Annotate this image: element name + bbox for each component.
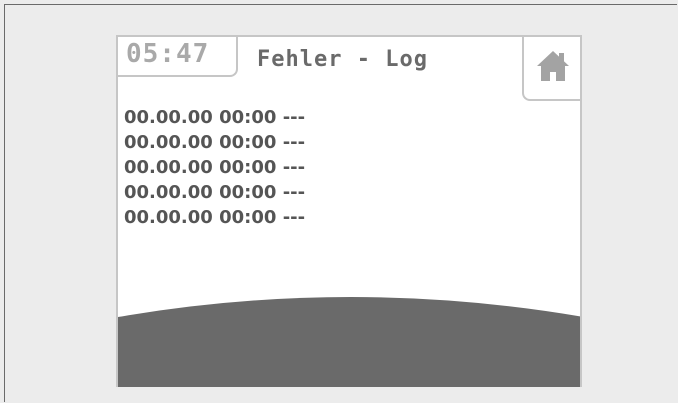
display-screen: 05:47 Fehler - Log 00.00.00 00:00 --- 00… [116, 35, 582, 387]
log-entry: 00.00.00 00:00 --- [124, 180, 305, 205]
clock-box: 05:47 [118, 37, 238, 77]
log-entry-date: 00.00.00 [124, 107, 213, 128]
log-entry-message: --- [282, 157, 306, 178]
decorative-footer-arc [118, 297, 580, 387]
log-entry-message: --- [282, 132, 306, 153]
log-entry-date: 00.00.00 [124, 132, 213, 153]
log-entry-date: 00.00.00 [124, 182, 213, 203]
log-entry: 00.00.00 00:00 --- [124, 105, 305, 130]
log-entry: 00.00.00 00:00 --- [124, 130, 305, 155]
log-entry-time: 00:00 [219, 132, 277, 153]
log-entry-message: --- [282, 207, 306, 228]
page-title: Fehler - Log [257, 47, 428, 72]
log-entry-date: 00.00.00 [124, 207, 213, 228]
log-entry-message: --- [282, 182, 306, 203]
log-entry: 00.00.00 00:00 --- [124, 205, 305, 230]
log-entry-date: 00.00.00 [124, 157, 213, 178]
log-entry-message: --- [282, 107, 306, 128]
home-icon [537, 51, 569, 81]
error-log-list: 00.00.00 00:00 --- 00.00.00 00:00 --- 00… [124, 105, 305, 230]
log-entry-time: 00:00 [219, 182, 277, 203]
log-entry: 00.00.00 00:00 --- [124, 155, 305, 180]
log-entry-time: 00:00 [219, 107, 277, 128]
log-entry-time: 00:00 [219, 157, 277, 178]
log-entry-time: 00:00 [219, 207, 277, 228]
home-button[interactable] [522, 37, 580, 101]
clock: 05:47 [126, 39, 210, 69]
device-frame: 05:47 Fehler - Log 00.00.00 00:00 --- 00… [4, 4, 677, 402]
